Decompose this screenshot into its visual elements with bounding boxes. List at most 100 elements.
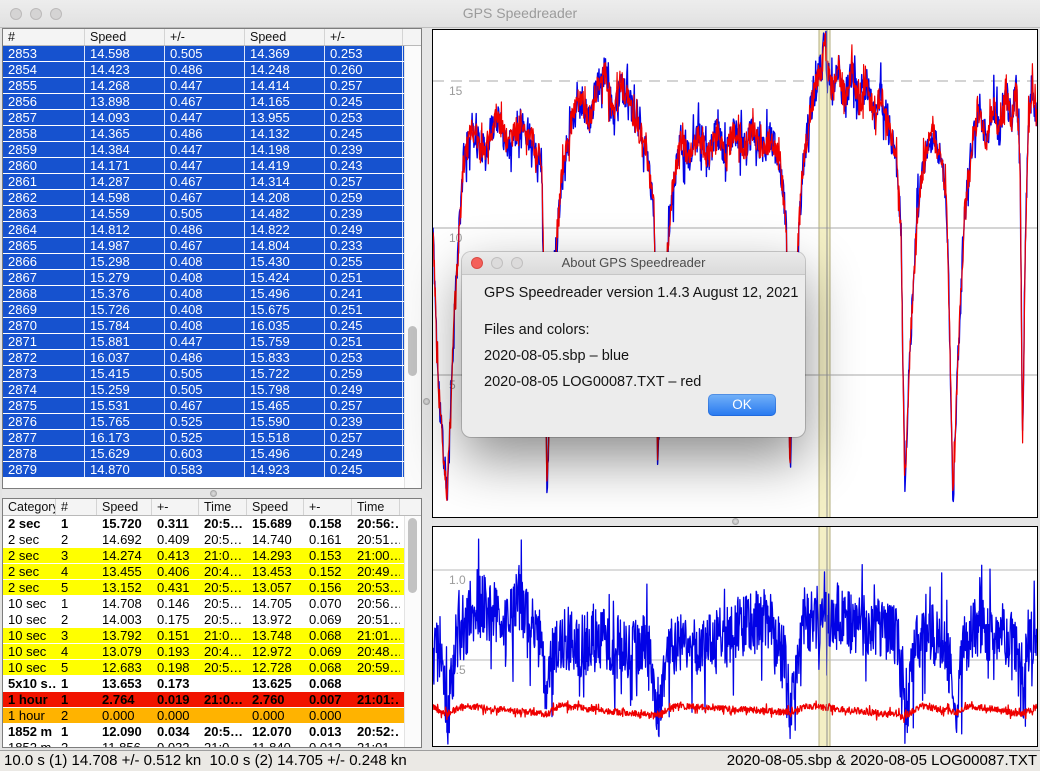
cell: 14.365: [85, 126, 165, 141]
table-row[interactable]: 287315.4150.50515.7220.259: [3, 366, 404, 382]
table-row[interactable]: 286915.7260.40815.6750.251: [3, 302, 404, 318]
table-splitter[interactable]: [2, 489, 422, 498]
table-row[interactable]: 286414.8120.48614.8220.249: [3, 222, 404, 238]
cell: 2 sec: [3, 532, 56, 547]
cell: 3: [56, 628, 97, 643]
table-row[interactable]: 285914.3840.44714.1980.239: [3, 142, 404, 158]
column-header[interactable]: Speed: [97, 499, 152, 515]
table-row[interactable]: 286014.1710.44714.4190.243: [3, 158, 404, 174]
ok-button[interactable]: OK: [708, 394, 776, 416]
cell: 13.955: [245, 110, 325, 125]
column-header[interactable]: +-: [152, 499, 199, 515]
cell: 15.726: [85, 302, 165, 317]
table-row[interactable]: 287015.7840.40816.0350.245: [3, 318, 404, 334]
zoom-button[interactable]: [50, 8, 62, 20]
table-row[interactable]: 285314.5980.50514.3690.253: [3, 46, 404, 62]
table-row[interactable]: 285613.8980.46714.1650.245: [3, 94, 404, 110]
table-row[interactable]: 287515.5310.46715.4650.257: [3, 398, 404, 414]
cell: 14.003: [97, 612, 152, 627]
column-header[interactable]: Category: [3, 499, 56, 515]
table-row[interactable]: 5x10 s…113.6530.17313.6250.068: [3, 676, 404, 692]
cell: 0.505: [165, 206, 245, 221]
table-row[interactable]: 286815.3760.40815.4960.241: [3, 286, 404, 302]
category-scrollbar[interactable]: [404, 516, 421, 747]
table-row[interactable]: 2 sec214.6920.40920:5…14.7400.16120:51…: [3, 532, 404, 548]
table-row[interactable]: 285414.4230.48614.2480.260: [3, 62, 404, 78]
window-titlebar[interactable]: GPS Speedreader: [0, 0, 1040, 28]
dialog-title: About GPS Speedreader: [562, 255, 706, 270]
table-row[interactable]: 285714.0930.44713.9550.253: [3, 110, 404, 126]
cell: 0.253: [325, 110, 403, 125]
column-header[interactable]: +/-: [325, 29, 403, 45]
table-row[interactable]: 2 sec513.1520.43120:5…13.0570.15620:53…: [3, 580, 404, 596]
column-header[interactable]: Speed: [245, 29, 325, 45]
table-row[interactable]: 286514.9870.46714.8040.233: [3, 238, 404, 254]
column-header[interactable]: Speed: [247, 499, 304, 515]
table-row[interactable]: 286715.2790.40815.4240.251: [3, 270, 404, 286]
uncertainty-chart-canvas[interactable]: 1.00.5: [433, 527, 1037, 746]
cell: 10 sec: [3, 660, 56, 675]
table-row[interactable]: 287615.7650.52515.5900.239: [3, 414, 404, 430]
cell: 0.249: [325, 222, 403, 237]
table-row[interactable]: 2 sec314.2740.41321:0…14.2930.15321:00…: [3, 548, 404, 564]
table-row[interactable]: 287216.0370.48615.8330.253: [3, 350, 404, 366]
cell: 2871: [3, 334, 85, 349]
dialog-close-button[interactable]: [471, 257, 483, 269]
close-button[interactable]: [10, 8, 22, 20]
table-row[interactable]: 287815.6290.60315.4960.249: [3, 446, 404, 462]
table-row[interactable]: 1 hour12.7640.01921:0…2.7600.00721:01:…: [3, 692, 404, 708]
table-row[interactable]: 1852 m211.8560.03221:0…11.8400.01221:01…: [3, 740, 404, 748]
dialog-titlebar[interactable]: About GPS Speedreader: [462, 252, 805, 275]
cell: 13.453: [247, 564, 304, 579]
cell: 0.161: [304, 532, 352, 547]
column-header[interactable]: Time: [352, 499, 400, 515]
cell: 14.165: [245, 94, 325, 109]
cell: 0.007: [304, 692, 352, 707]
table-row[interactable]: 285514.2680.44714.4140.257: [3, 78, 404, 94]
minimize-button[interactable]: [30, 8, 42, 20]
column-header[interactable]: Speed: [85, 29, 165, 45]
table-row[interactable]: 286615.2980.40815.4300.255: [3, 254, 404, 270]
table-row[interactable]: 286114.2870.46714.3140.257: [3, 174, 404, 190]
points-scrollbar[interactable]: [404, 46, 421, 488]
column-header[interactable]: #: [3, 29, 85, 45]
table-row[interactable]: 286214.5980.46714.2080.259: [3, 190, 404, 206]
cell: 15.675: [245, 302, 325, 317]
column-header[interactable]: +-: [304, 499, 352, 515]
cell: 10 sec: [3, 644, 56, 659]
cell: 0.311: [152, 516, 199, 531]
table-row[interactable]: 285814.3650.48614.1320.245: [3, 126, 404, 142]
panel-splitter[interactable]: [422, 28, 432, 750]
cell: 14.870: [85, 462, 165, 477]
cell: 15.430: [245, 254, 325, 269]
table-row[interactable]: 10 sec114.7080.14620:5…14.7050.07020:56…: [3, 596, 404, 612]
cell: [199, 676, 247, 691]
table-row[interactable]: 1 hour20.0000.0000.0000.000: [3, 708, 404, 724]
table-row[interactable]: 10 sec512.6830.19820:5…12.7280.06820:59…: [3, 660, 404, 676]
uncertainty-chart[interactable]: 1.00.5: [432, 526, 1038, 747]
column-header[interactable]: Time: [199, 499, 247, 515]
table-row[interactable]: 2 sec115.7200.31120:5…15.6890.15820:56:…: [3, 516, 404, 532]
table-row[interactable]: 287115.8810.44715.7590.251: [3, 334, 404, 350]
table-row[interactable]: 2 sec413.4550.40620:4…13.4530.15220:49…: [3, 564, 404, 580]
cell: 0.034: [152, 724, 199, 739]
cell: 2863: [3, 206, 85, 221]
column-header[interactable]: #: [56, 499, 97, 515]
table-row[interactable]: 287415.2590.50515.7980.249: [3, 382, 404, 398]
dialog-minimize-button: [491, 257, 503, 269]
table-row[interactable]: 1852 m112.0900.03420:5…12.0700.01320:52:…: [3, 724, 404, 740]
cell: 0.243: [325, 158, 403, 173]
table-row[interactable]: 286314.5590.50514.4820.239: [3, 206, 404, 222]
table-row[interactable]: 10 sec313.7920.15121:0…13.7480.06821:01…: [3, 628, 404, 644]
table-row[interactable]: 287716.1730.52515.5180.257: [3, 430, 404, 446]
cell: 2856: [3, 94, 85, 109]
table-row[interactable]: 287914.8700.58314.9230.245: [3, 462, 404, 478]
table-row[interactable]: 10 sec214.0030.17520:5…13.9720.06920:51…: [3, 612, 404, 628]
column-header[interactable]: +/-: [165, 29, 245, 45]
table-row[interactable]: 10 sec413.0790.19320:4…12.9720.06920:48…: [3, 644, 404, 660]
cell: 16.035: [245, 318, 325, 333]
chart-splitter[interactable]: [433, 518, 1037, 526]
points-scrollbar-thumb[interactable]: [408, 326, 417, 376]
cell: 0.239: [325, 142, 403, 157]
category-scrollbar-thumb[interactable]: [408, 518, 417, 593]
